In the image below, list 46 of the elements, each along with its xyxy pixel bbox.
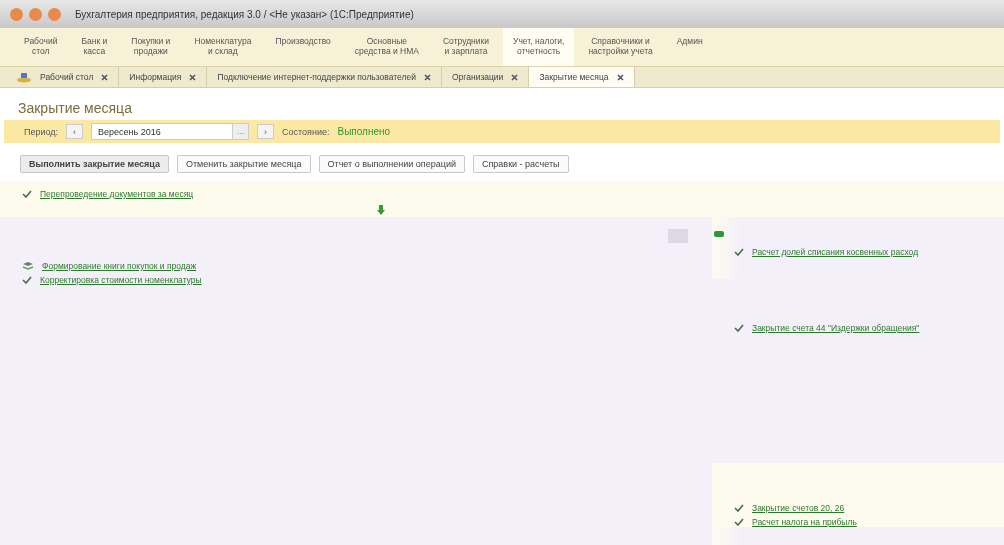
- document-tab[interactable]: Информация: [119, 67, 208, 87]
- section-tab[interactable]: Производство: [265, 28, 341, 66]
- home-icon: [16, 71, 32, 83]
- page-title: Закрытие месяца: [17, 99, 133, 118]
- action-button[interactable]: Отменить закрытие месяца: [176, 155, 311, 173]
- section-tab[interactable]: Банк и касса: [71, 28, 118, 66]
- action-button[interactable]: Отчет о выполнении операций: [318, 155, 465, 173]
- section-tab[interactable]: Справочники и настройки учета: [578, 28, 663, 66]
- document-tab[interactable]: Подключение интернет-поддержки пользователей: [207, 67, 442, 87]
- stack-icon: [22, 261, 34, 271]
- close-icon[interactable]: [511, 73, 519, 81]
- previous-period-button[interactable]: ‹: [66, 124, 84, 139]
- state-label: Состояние:: [282, 126, 330, 137]
- close-icon[interactable]: [189, 73, 197, 81]
- section-tab[interactable]: Покупки и продажи: [121, 28, 181, 66]
- check-icon: [22, 276, 32, 284]
- step-link[interactable]: Закрытие счетов 20, 26: [752, 503, 845, 513]
- document-tab[interactable]: Закрытие месяца: [529, 67, 635, 87]
- down-arrow-icon: [377, 205, 385, 215]
- document-tab[interactable]: Рабочий стол: [6, 67, 120, 87]
- section-tab[interactable]: Сотрудники и зарплата: [433, 28, 500, 66]
- action-button[interactable]: Справки - расчеты: [472, 155, 569, 173]
- close-icon[interactable]: [423, 73, 431, 81]
- check-icon: [734, 248, 744, 256]
- state-value: Выполнено: [337, 126, 391, 137]
- section-tab[interactable]: Номенклатура и склад: [184, 28, 262, 66]
- period-label: Период:: [24, 126, 59, 137]
- section-tab[interactable]: Рабочий стол: [14, 28, 68, 66]
- window-title: Бухгалтерия предприятия, редакция 3.0 / <Не указан> (1С:Предприятие): [75, 8, 414, 20]
- check-icon: [734, 324, 744, 332]
- close-icon[interactable]: [616, 73, 624, 81]
- pick-button[interactable]: ...: [232, 124, 249, 139]
- action-button[interactable]: Выполнить закрытие месяца: [20, 155, 169, 173]
- step-link[interactable]: Расчет долей списания косвенных расход: [752, 247, 919, 257]
- step-link[interactable]: Закрытие счета 44 "Издержки обращения": [752, 323, 920, 333]
- step-link[interactable]: Расчет налога на прибыль: [752, 517, 857, 527]
- next-period-button[interactable]: ›: [257, 124, 275, 139]
- step-link[interactable]: Перепроведение документов за месяц: [40, 189, 194, 199]
- close-icon[interactable]: [101, 73, 109, 81]
- section-tab[interactable]: Учет, налоги, отчетность: [503, 28, 575, 66]
- step-link[interactable]: Формирование книги покупок и продаж: [42, 261, 197, 271]
- section-tab[interactable]: Админ: [666, 28, 713, 66]
- step-link[interactable]: Корректировка стоимости номенклатуры: [40, 275, 202, 285]
- check-icon: [22, 190, 32, 198]
- period-field[interactable]: Вересень 2016 ...: [91, 123, 250, 140]
- section-tab[interactable]: Основные средства и НМА: [344, 28, 429, 66]
